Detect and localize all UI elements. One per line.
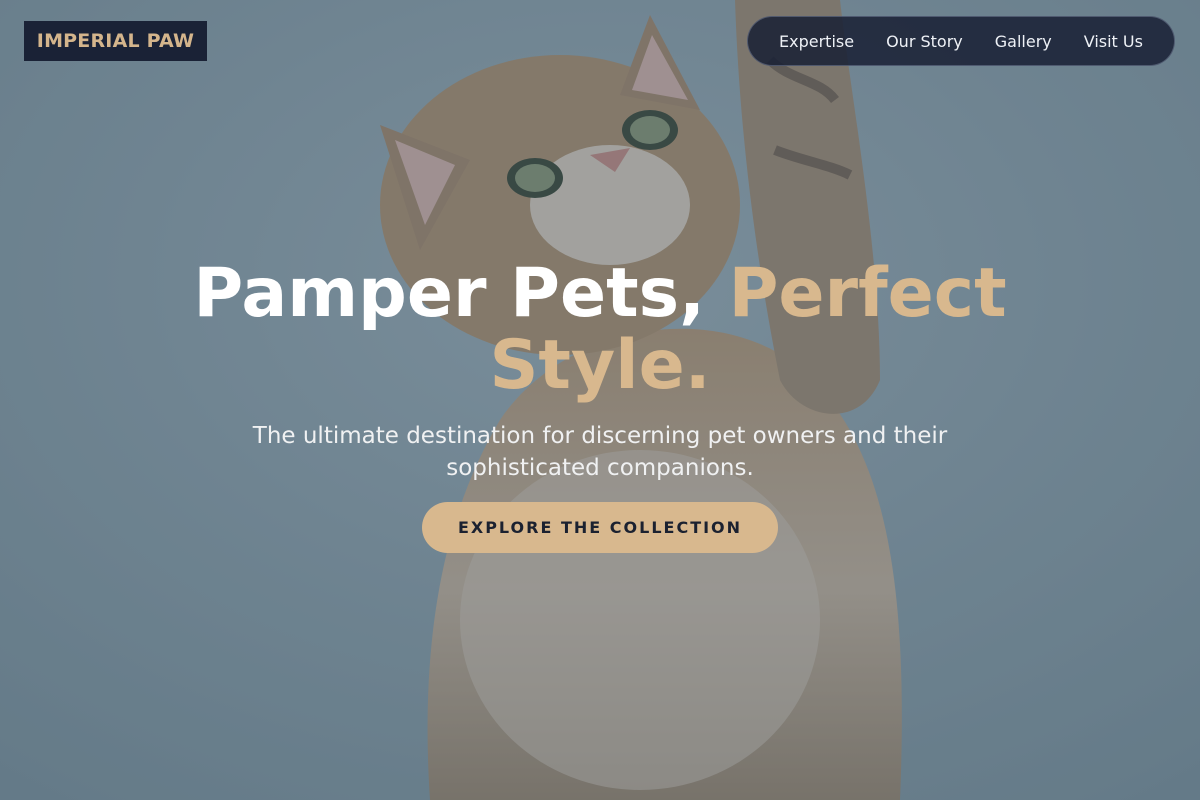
hero-subtitle: The ultimate destination for discerning …	[252, 423, 948, 481]
nav-link-visit-us[interactable]: Visit Us	[1084, 32, 1143, 51]
nav-link-gallery[interactable]: Gallery	[995, 32, 1052, 51]
nav-link-expertise[interactable]: Expertise	[779, 32, 854, 51]
hero-headline: Pamper Pets, Perfect Style.	[100, 258, 1100, 402]
hero-section: IMPERIAL PAW Expertise Our Story Gallery…	[0, 0, 1200, 800]
main-nav: Expertise Our Story Gallery Visit Us	[747, 16, 1175, 66]
nav-link-our-story[interactable]: Our Story	[886, 32, 963, 51]
explore-collection-button[interactable]: EXPLORE THE COLLECTION	[422, 502, 778, 553]
brand-logo[interactable]: IMPERIAL PAW	[24, 21, 207, 61]
headline-main: Pamper Pets,	[193, 254, 729, 333]
